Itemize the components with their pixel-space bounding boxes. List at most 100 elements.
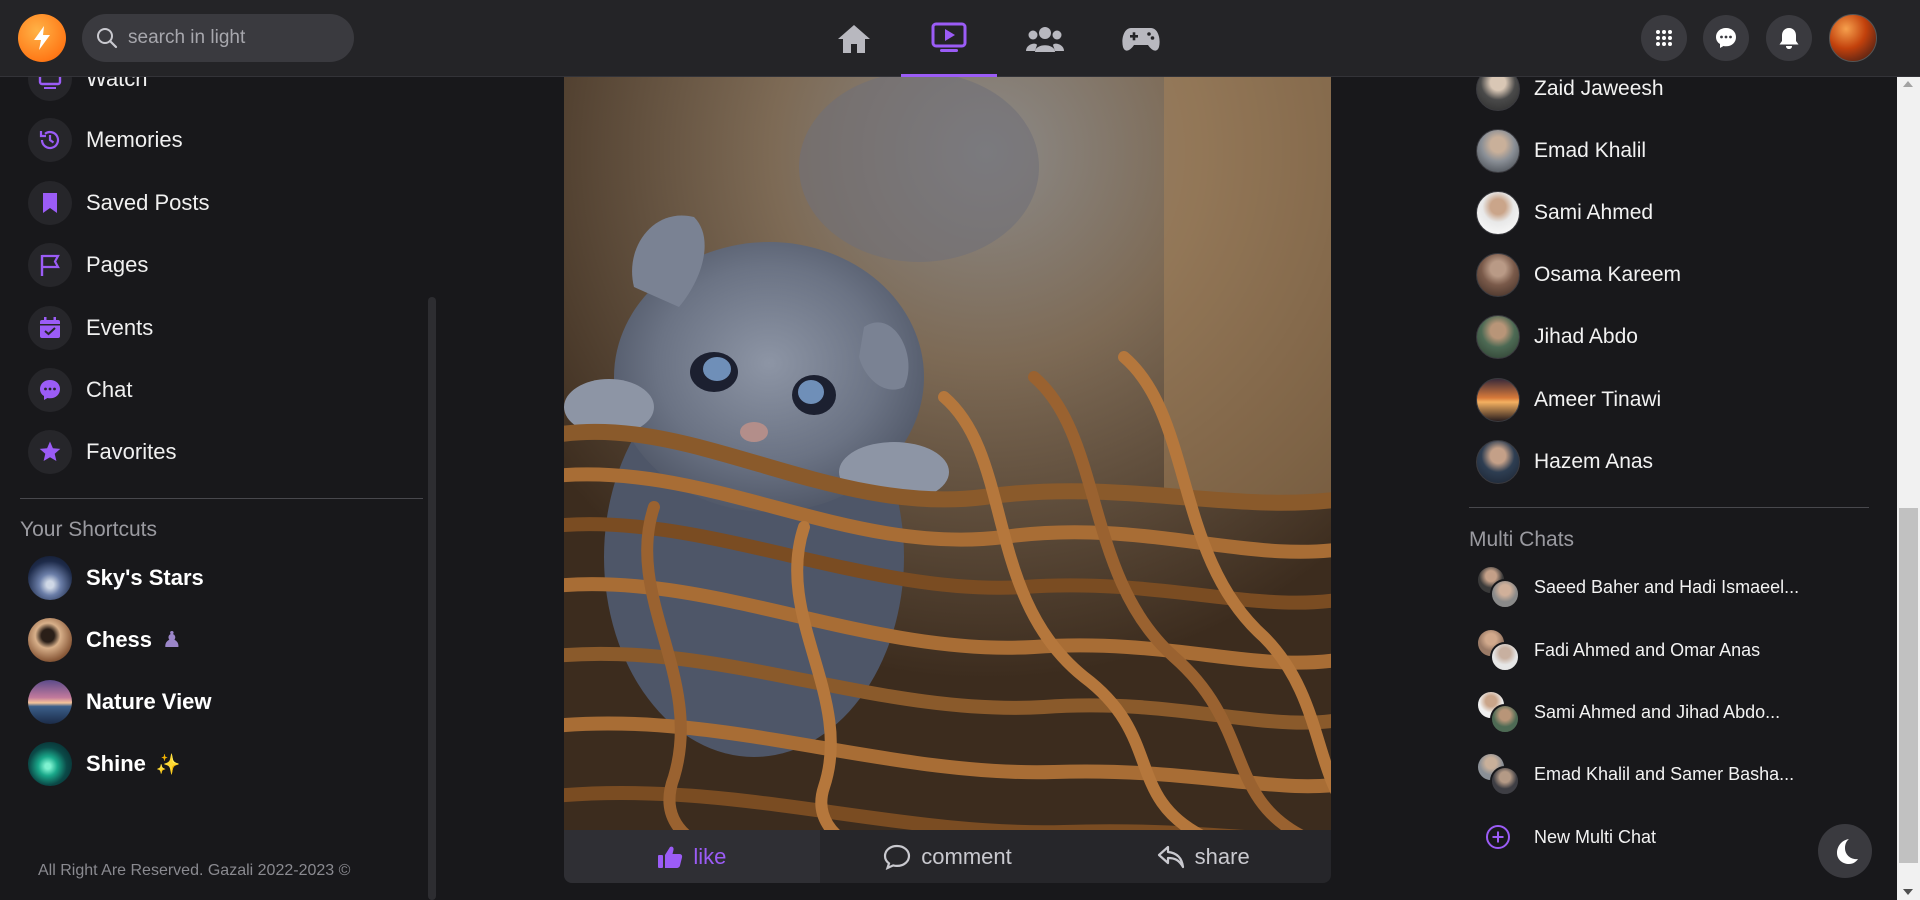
scroll-down-arrow-icon[interactable] bbox=[1903, 889, 1913, 895]
shortcut-skys-stars[interactable]: Sky's Stars bbox=[28, 553, 204, 603]
tab-groups[interactable] bbox=[997, 0, 1093, 77]
chat-icon bbox=[28, 368, 72, 412]
divider bbox=[20, 498, 423, 499]
bookmark-icon bbox=[28, 181, 72, 225]
contact-emad-khalil[interactable]: Emad Khalil bbox=[1476, 126, 1646, 176]
avatar bbox=[1476, 191, 1520, 235]
logo[interactable] bbox=[18, 14, 66, 62]
home-icon bbox=[838, 24, 870, 53]
messenger-icon bbox=[1716, 28, 1736, 48]
group-avatar bbox=[1476, 690, 1520, 734]
contact-jihad-abdo[interactable]: Jihad Abdo bbox=[1476, 312, 1638, 362]
lightning-icon bbox=[34, 26, 50, 50]
sidebar-item-memories[interactable]: Memories bbox=[28, 115, 183, 165]
add-circle-icon bbox=[1476, 815, 1520, 859]
shortcut-thumbnail bbox=[28, 556, 72, 600]
comment-button[interactable]: comment bbox=[820, 830, 1076, 883]
share-button[interactable]: share bbox=[1075, 830, 1331, 883]
messenger-button[interactable] bbox=[1703, 15, 1749, 61]
contact-name: Ameer Tinawi bbox=[1534, 388, 1662, 411]
multi-chat-name: Fadi Ahmed and Omar Anas bbox=[1534, 639, 1761, 660]
like-label: like bbox=[693, 843, 727, 869]
contact-name: Jihad Abdo bbox=[1534, 325, 1638, 348]
avatar bbox=[1476, 129, 1520, 173]
footer-copyright: All Right Are Reserved. Gazali 2022-2023… bbox=[38, 862, 351, 879]
flag-icon bbox=[28, 243, 72, 287]
shortcut-shine[interactable]: Shine ✨ bbox=[28, 739, 181, 789]
shortcut-thumbnail bbox=[28, 618, 72, 662]
search-input[interactable] bbox=[128, 27, 338, 49]
multi-chats-title: Multi Chats bbox=[1469, 528, 1575, 551]
multi-chat-name: Emad Khalil and Samer Basha... bbox=[1534, 763, 1795, 784]
theme-toggle-button[interactable] bbox=[1818, 824, 1872, 878]
contact-osama-kareem[interactable]: Osama Kareem bbox=[1476, 250, 1681, 300]
group-avatar bbox=[1476, 628, 1520, 672]
contact-hazem-anas[interactable]: Hazem Anas bbox=[1476, 437, 1653, 487]
sidebar-item-label: Chat bbox=[86, 377, 133, 402]
multi-chat-item[interactable]: Emad Khalil and Samer Basha... bbox=[1476, 749, 1794, 799]
shortcut-thumbnail bbox=[28, 742, 72, 786]
like-button[interactable]: like bbox=[564, 830, 820, 883]
shortcut-label: Nature View bbox=[86, 689, 212, 714]
contact-name: Sami Ahmed bbox=[1534, 201, 1654, 224]
comment-icon bbox=[884, 844, 911, 870]
star-icon bbox=[28, 430, 72, 474]
multi-chat-name: Sami Ahmed and Jihad Abdo... bbox=[1534, 701, 1781, 722]
sidebar-item-label: Memories bbox=[86, 127, 183, 152]
search-bar[interactable] bbox=[82, 14, 354, 62]
contact-name: Emad Khalil bbox=[1534, 139, 1647, 162]
share-label: share bbox=[1194, 843, 1250, 869]
shortcut-thumbnail bbox=[28, 680, 72, 724]
sidebar-item-events[interactable]: Events bbox=[28, 303, 153, 353]
tab-gaming[interactable] bbox=[1093, 0, 1189, 77]
group-avatar bbox=[1476, 752, 1520, 796]
menu-button[interactable] bbox=[1641, 15, 1687, 61]
contact-name: Zaid Jaweesh bbox=[1534, 77, 1664, 100]
comment-label: comment bbox=[921, 843, 1012, 869]
shortcuts-title: Your Shortcuts bbox=[20, 518, 157, 541]
tab-watch[interactable] bbox=[901, 0, 997, 77]
contact-name: Osama Kareem bbox=[1534, 263, 1682, 286]
post-actions: like comment share bbox=[564, 830, 1331, 883]
shortcut-chess[interactable]: Chess ♟ bbox=[28, 615, 182, 665]
top-bar bbox=[0, 0, 1920, 77]
multi-chat-item[interactable]: Sami Ahmed and Jihad Abdo... bbox=[1476, 687, 1780, 737]
gaming-icon bbox=[1122, 27, 1160, 51]
shortcut-label: Sky's Stars bbox=[86, 565, 204, 590]
sidebar-item-pages[interactable]: Pages bbox=[28, 240, 148, 290]
sidebar-item-label: Events bbox=[86, 315, 154, 340]
contact-ameer-tinawi[interactable]: Ameer Tinawi bbox=[1476, 375, 1661, 425]
contact-name: Hazem Anas bbox=[1534, 450, 1654, 473]
left-scrollbar[interactable] bbox=[428, 297, 436, 900]
share-icon bbox=[1157, 845, 1184, 868]
groups-icon bbox=[1026, 26, 1064, 52]
post-image[interactable] bbox=[564, 77, 1331, 830]
sidebar-item-label: Pages bbox=[86, 252, 149, 277]
sidebar-item-favorites[interactable]: Favorites bbox=[28, 427, 176, 477]
sidebar-item-saved-posts[interactable]: Saved Posts bbox=[28, 178, 210, 228]
avatar bbox=[1476, 378, 1520, 422]
profile-avatar[interactable] bbox=[1829, 14, 1877, 62]
chess-pawn-emoji: ♟ bbox=[162, 627, 182, 652]
notifications-button[interactable] bbox=[1766, 15, 1812, 61]
new-multi-chat-button[interactable]: New Multi Chat bbox=[1476, 812, 1656, 862]
sparkles-emoji: ✨ bbox=[155, 753, 181, 776]
shortcut-nature-view[interactable]: Nature View bbox=[28, 677, 212, 727]
watch-icon bbox=[931, 22, 967, 52]
multi-chat-item[interactable]: Saeed Baher and Hadi Ismaeel... bbox=[1476, 562, 1799, 612]
shortcut-label: Shine bbox=[86, 751, 146, 776]
left-sidebar: Watch Memories Saved Posts Pages Events … bbox=[0, 57, 440, 900]
scroll-up-arrow-icon[interactable] bbox=[1903, 81, 1913, 87]
new-multi-chat-label: New Multi Chat bbox=[1534, 826, 1657, 847]
bell-icon bbox=[1779, 28, 1799, 49]
multi-chat-item[interactable]: Fadi Ahmed and Omar Anas bbox=[1476, 625, 1760, 675]
calendar-icon bbox=[28, 306, 72, 350]
scrollbar-thumb[interactable] bbox=[1899, 508, 1918, 863]
avatar bbox=[1476, 315, 1520, 359]
contact-sami-ahmed[interactable]: Sami Ahmed bbox=[1476, 188, 1653, 238]
tab-home[interactable] bbox=[806, 0, 902, 77]
kitten-photo bbox=[564, 77, 1331, 830]
moon-icon bbox=[1837, 839, 1858, 864]
multi-chat-name: Saeed Baher and Hadi Ismaeel... bbox=[1534, 576, 1800, 597]
sidebar-item-chat[interactable]: Chat bbox=[28, 365, 132, 415]
